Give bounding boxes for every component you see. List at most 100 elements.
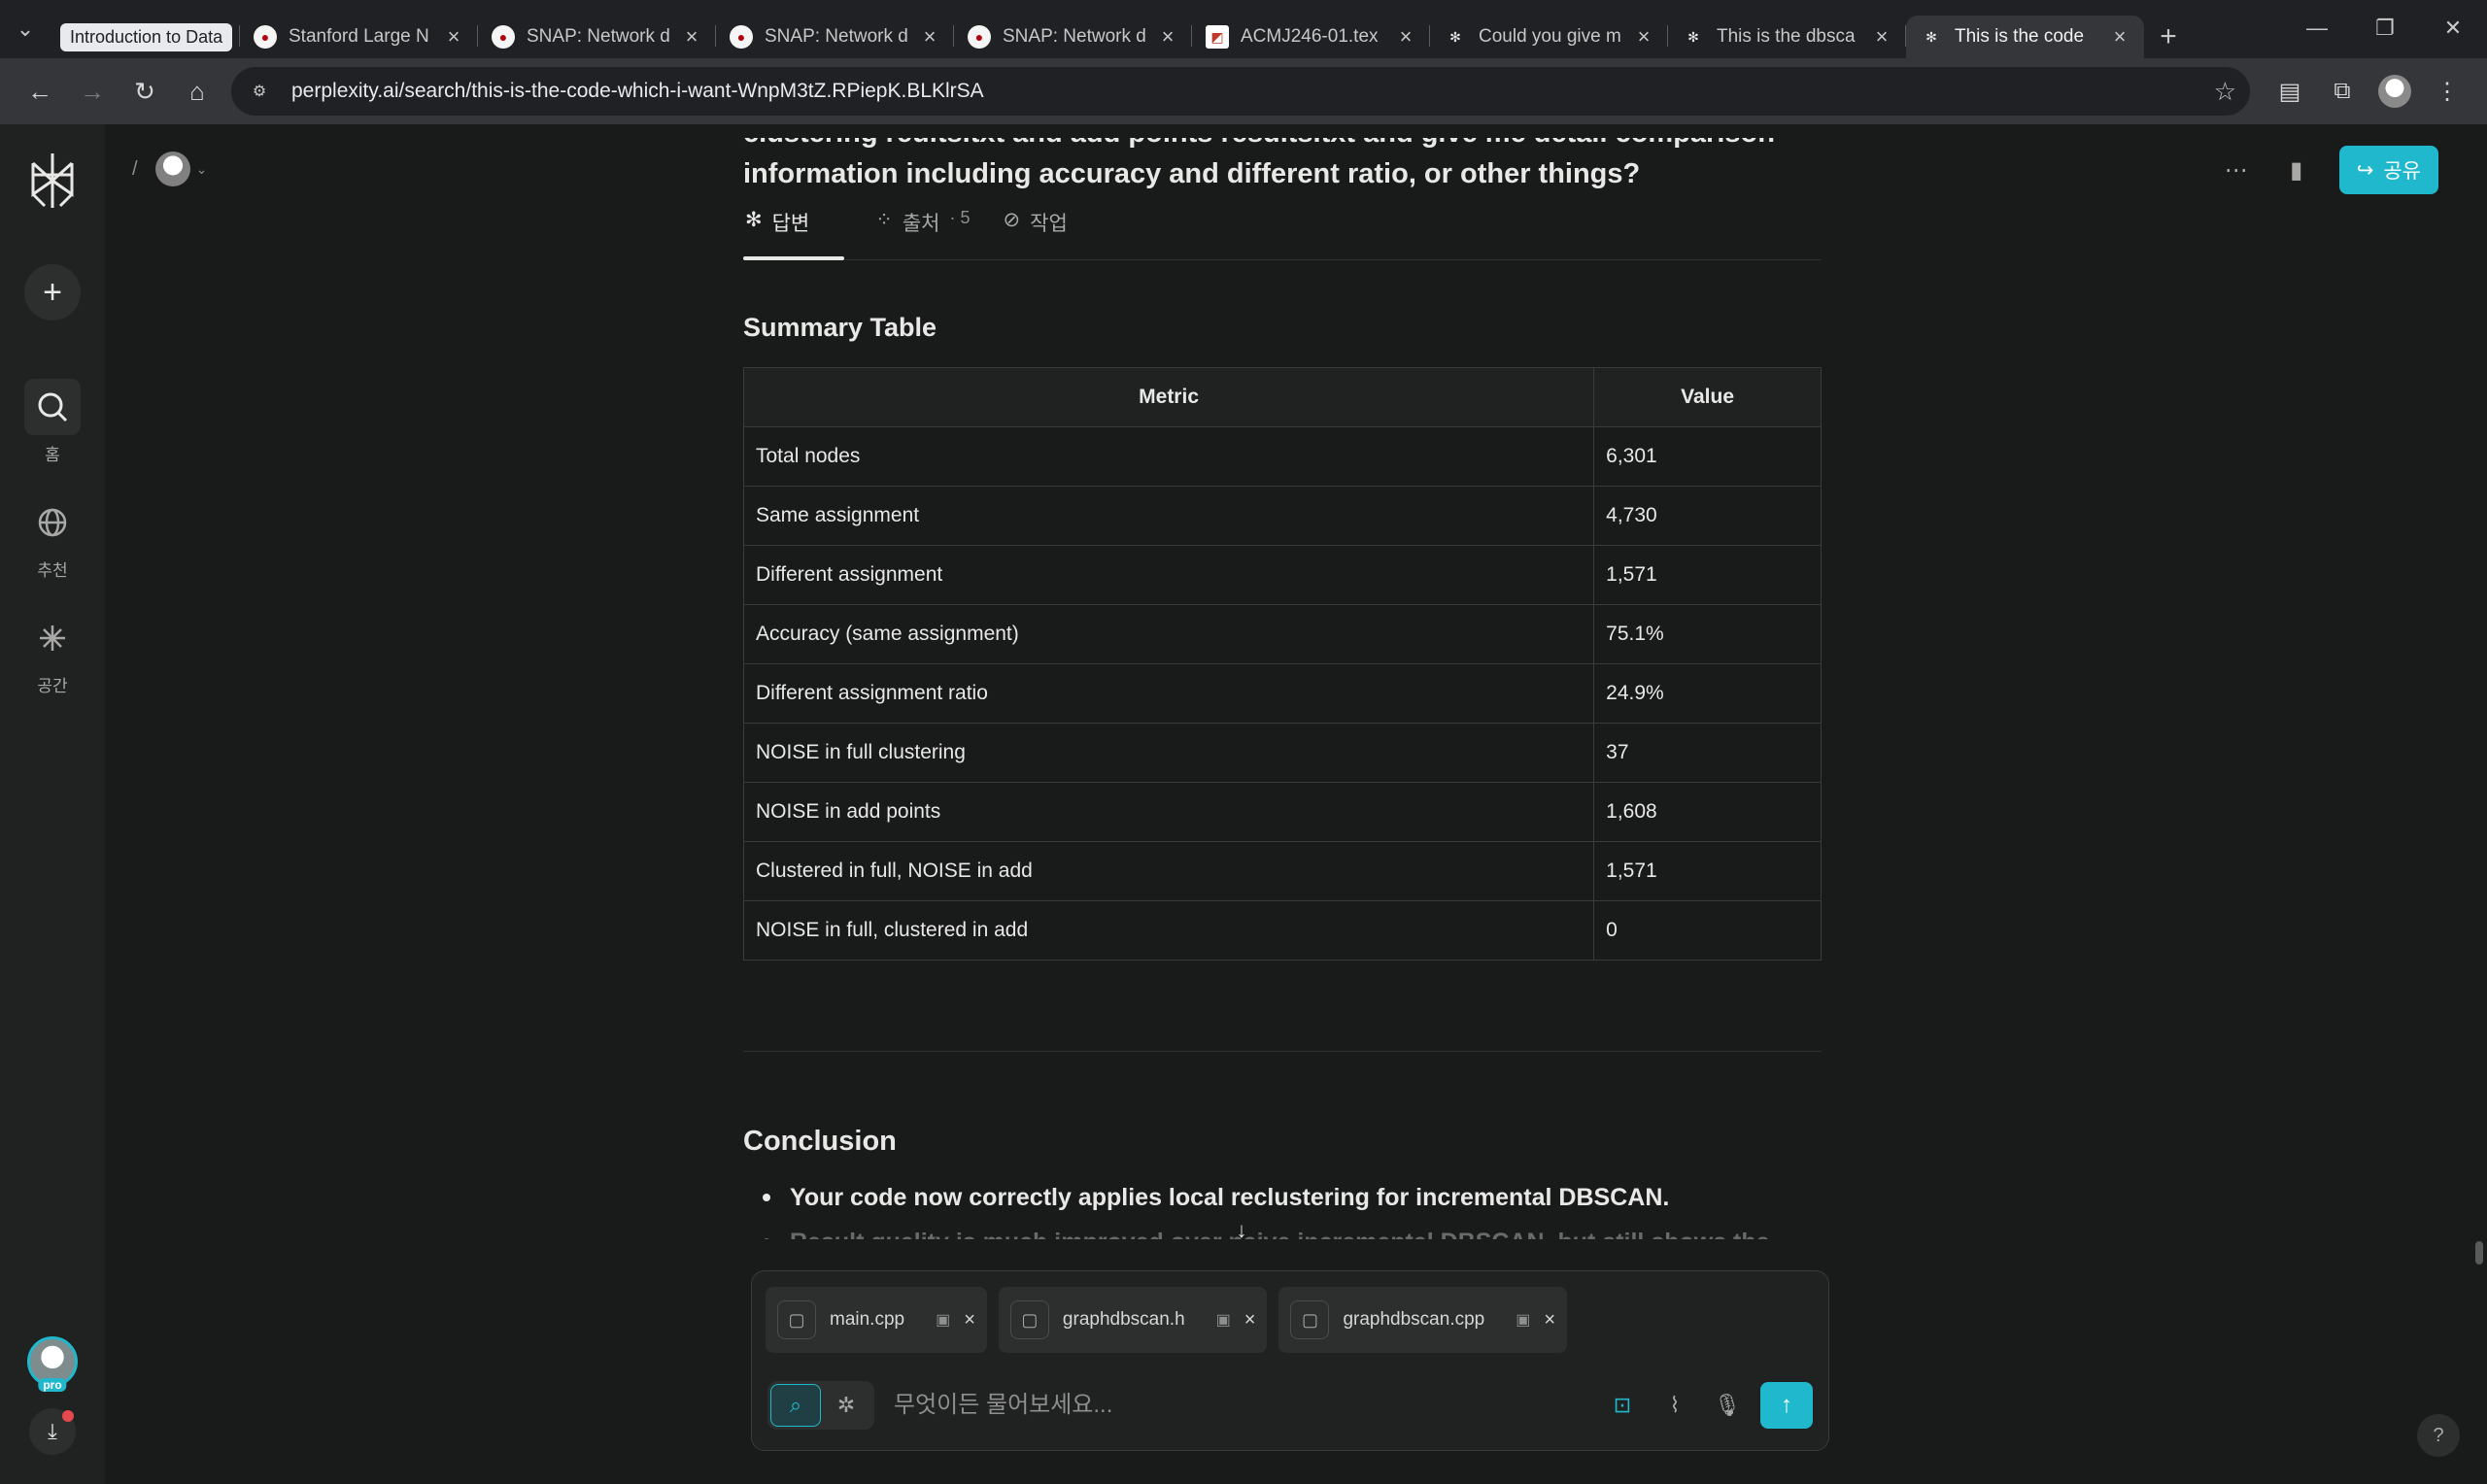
perplexity-page: + 홈 추천 공간 pro ⤓ / ⌄ ⋯ ▮ ↪ 공유 information… — [0, 124, 2487, 1484]
composer-tools: ⊡ ⌇ 🎙︎ — [1607, 1393, 1743, 1418]
save-icon[interactable]: ▣ — [1516, 1310, 1530, 1330]
help-question-icon[interactable]: ? — [2417, 1414, 2460, 1457]
new-thread-button[interactable]: + — [24, 264, 81, 320]
close-tab-icon[interactable]: × — [681, 24, 702, 50]
close-tab-icon[interactable]: × — [1871, 24, 1892, 50]
sidebar-item-label: 추천 — [37, 561, 68, 580]
attachment-name: graphdbscan.cpp — [1343, 1309, 1485, 1330]
tab-group-label: Introduction to Data — [60, 22, 233, 51]
perplexity-logo-icon[interactable] — [25, 150, 80, 212]
attachment-chip[interactable]: ▢ graphdbscan.cpp ▣ × — [1278, 1287, 1568, 1353]
metric-cell: Different assignment — [742, 545, 1595, 605]
page-scrollbar[interactable] — [2475, 1241, 2483, 1265]
tab-label: 출처 — [902, 213, 940, 235]
tab-sources[interactable]: ⁘ 출처 · 5 — [873, 208, 971, 259]
save-icon[interactable]: ▣ — [1216, 1310, 1231, 1330]
tab-title: Could you give m — [1479, 26, 1621, 47]
browser-tab[interactable]: Introduction to Data — [51, 16, 240, 58]
research-mode-icon[interactable]: ✲ — [821, 1384, 871, 1427]
browser-tab[interactable]: ● SNAP: Network d × — [478, 16, 716, 58]
sidebar-item-discover[interactable]: 추천 — [24, 494, 81, 581]
close-window-icon[interactable]: ✕ — [2419, 0, 2487, 56]
forward-arrow-icon[interactable]: → — [66, 65, 119, 118]
ask-input[interactable] — [894, 1392, 1607, 1419]
tab-label: 답변 — [771, 213, 810, 235]
remove-attachment-icon[interactable]: × — [964, 1309, 975, 1332]
tab-tasks[interactable]: ⊘ 작업 — [1002, 208, 1070, 259]
sidebar-item-home[interactable]: 홈 — [24, 379, 81, 465]
close-tab-icon[interactable]: × — [919, 24, 940, 50]
paperclip-icon[interactable]: ⌇ — [1659, 1393, 1690, 1418]
table-row: NOISE in full, clustered in add 0 — [742, 900, 1822, 961]
attachment-name: main.cpp — [830, 1309, 905, 1330]
perplexity-favicon-icon: ✻ — [1449, 28, 1461, 45]
value-cell: 6,301 — [1593, 426, 1822, 487]
reading-mode-icon[interactable]: ▤ — [2264, 65, 2316, 118]
close-tab-icon[interactable]: × — [2109, 24, 2130, 50]
tab-label: 작업 — [1030, 213, 1068, 235]
thread-main: / ⌄ ⋯ ▮ ↪ 공유 clustering reults.txt and a… — [105, 138, 2473, 1470]
bookmark-star-icon[interactable]: ☆ — [2214, 77, 2236, 107]
close-tab-icon[interactable]: × — [1395, 24, 1416, 50]
thread-owner-avatar[interactable] — [154, 152, 190, 186]
sidebar: + 홈 추천 공간 pro ⤓ — [0, 124, 105, 1484]
conclusion-list: Your code now correctly applies local re… — [743, 1175, 1822, 1239]
tab-title: This is the code — [1955, 26, 2085, 47]
minimize-icon[interactable]: — — [2283, 0, 2351, 56]
chevron-down-icon[interactable]: ⌄ — [196, 161, 208, 178]
new-tab-button[interactable]: + — [2144, 16, 2193, 58]
attachment-name: graphdbscan.h — [1062, 1309, 1185, 1330]
sidebar-item-label: 공간 — [37, 677, 68, 695]
metric-cell: NOISE in full clustering — [742, 723, 1595, 783]
site-info-icon[interactable]: ⚙ — [245, 77, 274, 106]
tab-search-chevron-icon[interactable]: ⌄ — [0, 0, 51, 58]
tab-answer[interactable]: ✻ 답변 — [743, 208, 845, 260]
search-mode-icon[interactable]: ⌕ — [770, 1384, 821, 1427]
browser-tab[interactable]: ✻ Could you give m × — [1430, 16, 1668, 58]
browser-tab[interactable]: ● SNAP: Network d × — [716, 16, 954, 58]
more-options-icon[interactable]: ⋯ — [2219, 156, 2254, 185]
sidebar-item-spaces[interactable]: 공간 — [24, 610, 81, 696]
tab-title: SNAP: Network d — [527, 26, 669, 47]
remove-attachment-icon[interactable]: × — [1244, 1309, 1256, 1332]
microphone-icon[interactable]: 🎙︎ — [1712, 1393, 1743, 1418]
home-icon[interactable]: ⌂ — [171, 65, 223, 118]
column-header: Metric — [742, 367, 1595, 427]
browser-tab[interactable]: ◩ ACMJ246-01.tex × — [1192, 16, 1430, 58]
bookmark-icon[interactable]: ▮ — [2279, 156, 2314, 185]
share-button[interactable]: ↪ 공유 — [2338, 146, 2438, 194]
omnibox[interactable]: ⚙ perplexity.ai/search/this-is-the-code-… — [231, 67, 2250, 116]
section-heading: Summary Table — [743, 313, 937, 342]
browser-tab-active[interactable]: ✻ This is the code × — [1906, 16, 2144, 58]
reload-icon[interactable]: ↻ — [119, 65, 171, 118]
browser-tab[interactable]: ✻ This is the dbsca × — [1668, 16, 1906, 58]
user-avatar[interactable]: pro — [27, 1336, 78, 1392]
sources-count: · 5 — [949, 208, 971, 227]
extensions-puzzle-icon[interactable]: ⧉ — [2316, 65, 2368, 118]
browser-menu-icon[interactable]: ⋮ — [2421, 65, 2473, 118]
profile-button[interactable] — [2368, 65, 2421, 118]
list-item: Your code now correctly applies local re… — [743, 1175, 1822, 1220]
remove-attachment-icon[interactable]: × — [1544, 1309, 1555, 1332]
submit-button[interactable]: ↑ — [1760, 1382, 1813, 1429]
close-tab-icon[interactable]: × — [1633, 24, 1654, 50]
model-chip-icon[interactable]: ⊡ — [1607, 1393, 1638, 1418]
scroll-to-bottom-arrow-icon[interactable]: ↓ — [1227, 1216, 1256, 1245]
url-text[interactable]: perplexity.ai/search/this-is-the-code-wh… — [291, 80, 2197, 103]
value-cell: 37 — [1593, 723, 1822, 783]
tab-title: SNAP: Network d — [765, 26, 907, 47]
attachment-chip[interactable]: ▢ graphdbscan.h ▣ × — [998, 1287, 1268, 1353]
tab-title: Stanford Large N — [289, 26, 429, 47]
close-tab-icon[interactable]: × — [443, 24, 464, 50]
download-app-button[interactable]: ⤓ — [29, 1408, 76, 1455]
close-tab-icon[interactable]: × — [1157, 24, 1178, 50]
back-arrow-icon[interactable]: ← — [14, 65, 66, 118]
metric-cell: Same assignment — [742, 486, 1595, 546]
restore-icon[interactable]: ❐ — [2351, 0, 2419, 56]
browser-tab[interactable]: ● SNAP: Network d × — [954, 16, 1192, 58]
save-icon[interactable]: ▣ — [936, 1310, 950, 1330]
attachment-chip[interactable]: ▢ main.cpp ▣ × — [766, 1287, 987, 1353]
browser-tab[interactable]: ● Stanford Large N × — [240, 16, 478, 58]
file-icon: ▢ — [777, 1300, 816, 1339]
profile-avatar — [2378, 75, 2411, 108]
